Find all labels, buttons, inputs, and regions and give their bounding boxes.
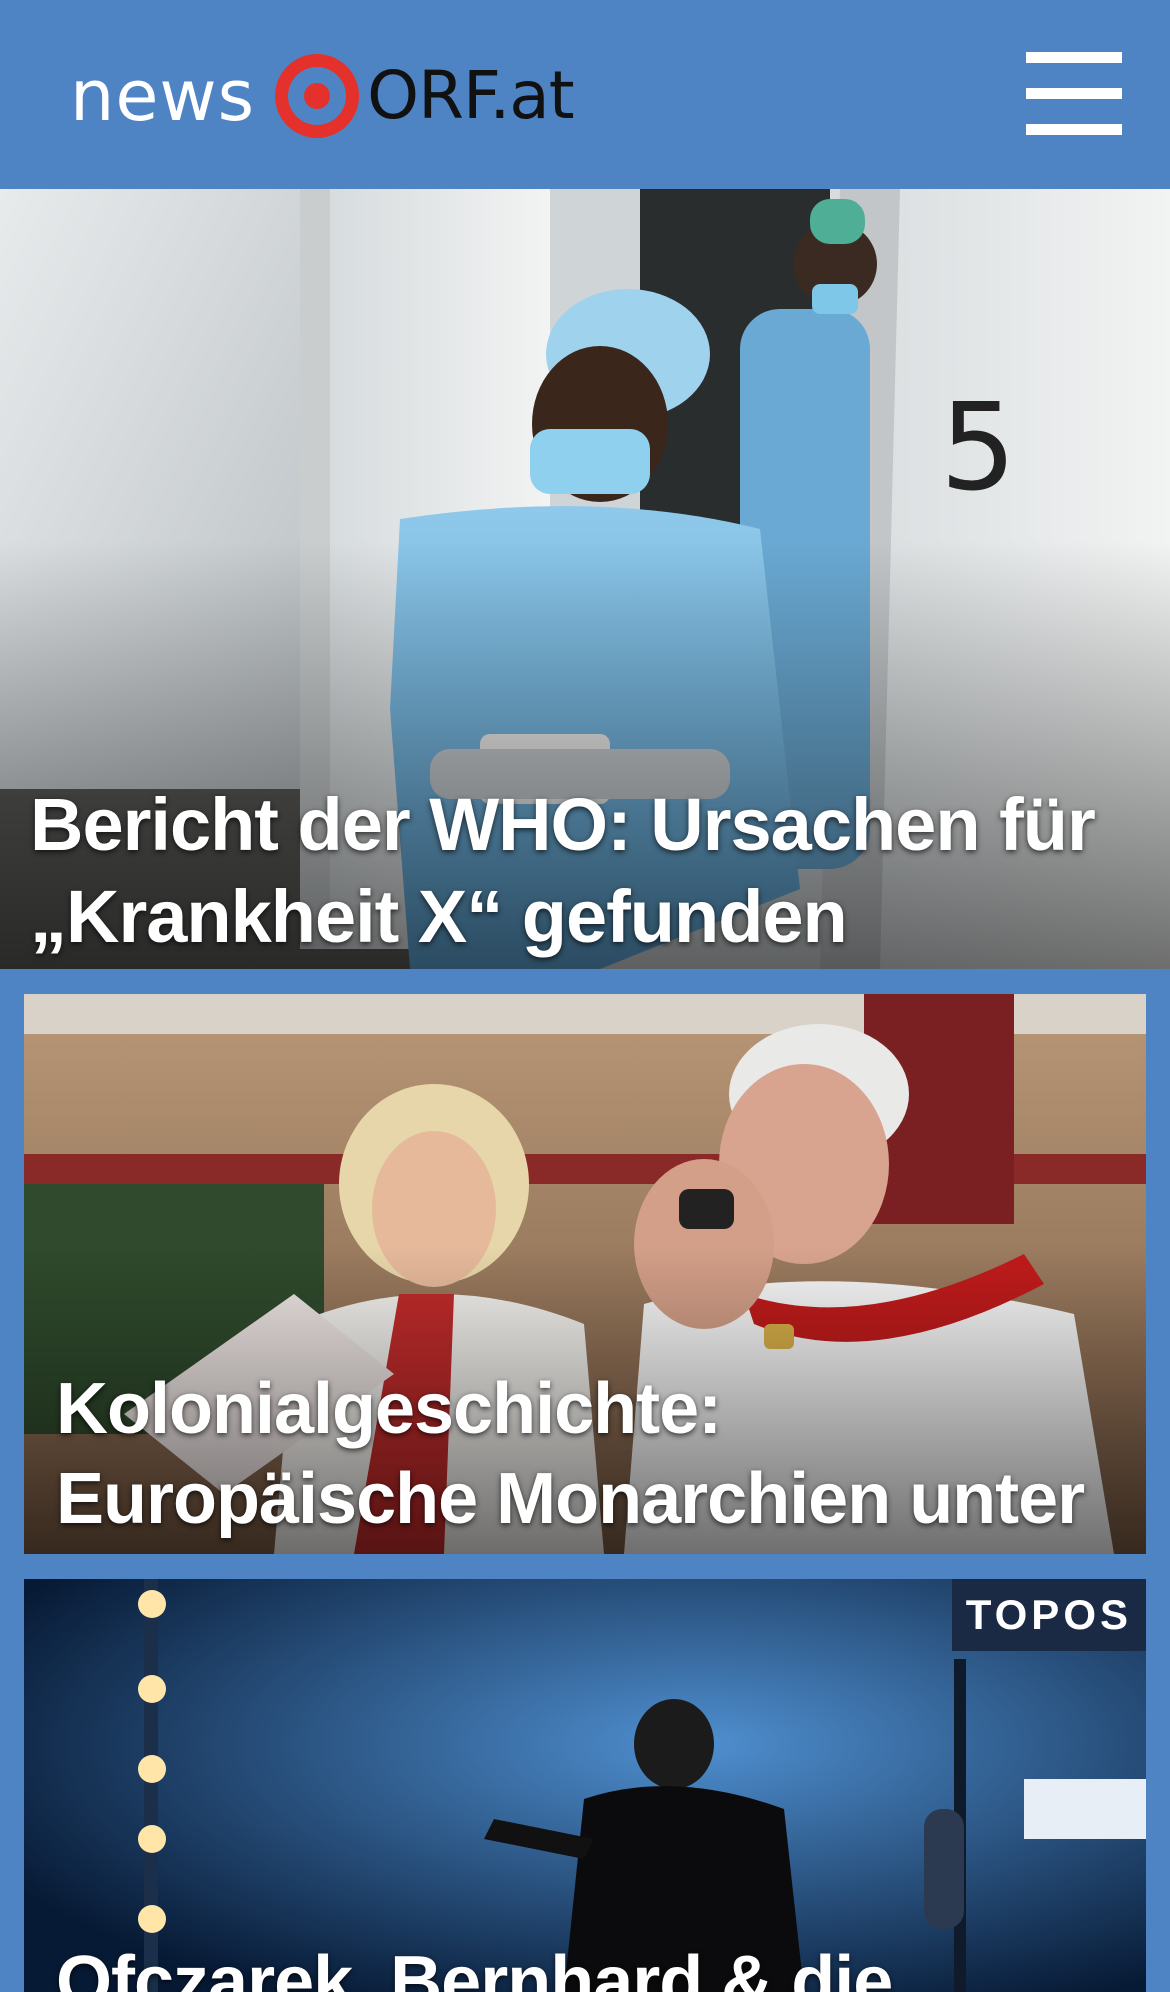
orf-eye-icon — [275, 54, 360, 138]
logo-news-text: news — [70, 55, 256, 137]
story-headline: Kolonialgeschichte: Europäische Monarchi… — [56, 1369, 1085, 1554]
story-card[interactable]: Kolonialgeschichte: Europäische Monarchi… — [24, 994, 1146, 1554]
svg-text:5: 5 — [940, 379, 1016, 518]
menu-bar — [1026, 124, 1122, 135]
news-orf-logo[interactable]: news ORF.at — [70, 46, 575, 146]
site-header: news ORF.at — [0, 0, 1170, 189]
story-card[interactable]: TOPOS Ofczarek, Bernhard & die — [24, 1579, 1146, 1992]
logo-orf-text: ORF.at — [367, 57, 574, 134]
story-card-lead[interactable]: 5 Bericht der WHO: Ursachen für „Krankhe… — [0, 189, 1170, 969]
story-headline: Bericht der WHO: Ursachen für „Krankheit… — [30, 783, 1096, 958]
topos-badge: TOPOS — [951, 1579, 1146, 1651]
story-headline: Ofczarek, Bernhard & die — [56, 1942, 893, 1992]
hamburger-menu-icon[interactable] — [1026, 52, 1122, 136]
menu-bar — [1026, 88, 1122, 99]
menu-bar — [1026, 52, 1122, 63]
